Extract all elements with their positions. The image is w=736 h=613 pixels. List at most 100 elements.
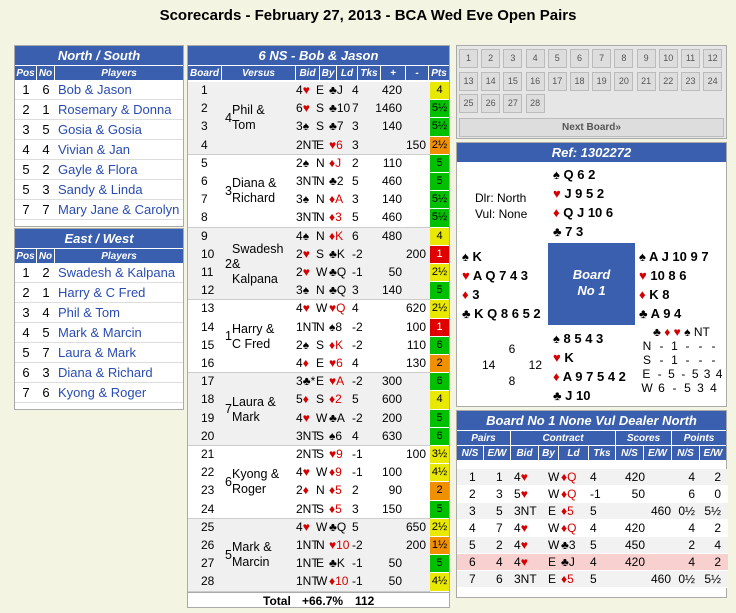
scorecard: 6 NS - Bob & Jason Board Versus Bid By L…	[187, 45, 450, 608]
board-button-6[interactable]: 6	[570, 49, 589, 68]
board-row[interactable]: 22 4♥ W ♦9 -1 100 4½	[188, 464, 449, 483]
board-button-11[interactable]: 11	[681, 49, 700, 68]
board-row[interactable]: 23 2♦ N ♦5 2 90 2	[188, 482, 449, 501]
board-row[interactable]: 21 2NT S ♥9 -1 100 3½	[188, 446, 449, 465]
board-row[interactable]: 28 1NT W ♦10 -1 50 4½	[188, 573, 449, 592]
board-button-18[interactable]: 18	[570, 71, 589, 91]
board-button-17[interactable]: 17	[547, 71, 567, 91]
pair-link[interactable]: Vivian & Jan	[55, 140, 183, 159]
board-button-5[interactable]: 5	[547, 49, 567, 68]
result-row[interactable]: 5 2 4♥ W ♣3 5 450 2 4	[457, 537, 728, 554]
pair-link[interactable]: Mark & Marcin	[55, 323, 183, 342]
standing-row[interactable]: 5 7 Laura & Mark	[15, 343, 183, 363]
standing-row[interactable]: 1 6 Bob & Jason	[15, 80, 183, 100]
result-row[interactable]: 2 3 5♥ W ♦Q -1 50 6 0	[457, 486, 728, 503]
board-button-14[interactable]: 14	[481, 71, 501, 91]
result-row[interactable]: 6 4 4♥ E ♣J 4 420 4 2	[457, 554, 728, 571]
board-button-12[interactable]: 12	[703, 49, 723, 68]
board-button-27[interactable]: 27	[503, 94, 523, 113]
board-row[interactable]: 2 6♥ S ♣10 7 1460 5½	[188, 100, 449, 119]
board-row[interactable]: 16 4♦ E ♥6 4 130 2	[188, 355, 449, 374]
pair-link[interactable]: Phil & Tom	[55, 303, 183, 322]
pair-link[interactable]: Rosemary & Donna	[55, 100, 183, 119]
standing-row[interactable]: 5 3 Sandy & Linda	[15, 180, 183, 200]
board-row[interactable]: 25 4♥ W ♣Q 5 650 2½	[188, 518, 449, 537]
standing-row[interactable]: 7 7 Mary Jane & Carolyn	[15, 200, 183, 220]
pair-link[interactable]: Bob & Jason	[55, 80, 183, 99]
standing-row[interactable]: 2 1 Harry & C Fred	[15, 283, 183, 303]
ns-standings: North / South Pos No Players 1 6 Bob & Jas…	[14, 45, 184, 227]
board-button-25[interactable]: 25	[459, 94, 478, 113]
standing-row[interactable]: 7 6 Kyong & Roger	[15, 383, 183, 403]
pair-link[interactable]: Kyong & Roger	[55, 383, 183, 402]
pair-link[interactable]: Mary Jane & Carolyn	[55, 200, 183, 219]
board-row[interactable]: 1 4♥ E ♣J 4 420 4	[188, 82, 449, 101]
board-row[interactable]: 18 5♦ S ♦2 5 600 4	[188, 391, 449, 410]
result-row[interactable]: 3 5 3NT E ♦5 5 460 0½ 5½	[457, 503, 728, 520]
next-board-button[interactable]: Next Board»	[459, 118, 724, 137]
board-row[interactable]: 11 2♥ W ♣Q -1 50 2½	[188, 264, 449, 283]
board-button-10[interactable]: 10	[658, 49, 678, 68]
board-row[interactable]: 15 2♠ S ♦K -2 110 6	[188, 336, 449, 355]
board-button-7[interactable]: 7	[592, 49, 612, 68]
pair-link[interactable]: Sandy & Linda	[55, 180, 183, 199]
board-row[interactable]: 27 1NT E ♣K -1 50 5	[188, 555, 449, 574]
board-row[interactable]: 10 2♥ S ♣K -2 200 1	[188, 245, 449, 264]
standing-row[interactable]: 5 2 Gayle & Flora	[15, 160, 183, 180]
standing-row[interactable]: 6 3 Diana & Richard	[15, 363, 183, 383]
board-button-8[interactable]: 8	[614, 49, 634, 68]
pair-link[interactable]: Harry & C Fred	[55, 283, 183, 302]
board-button-26[interactable]: 26	[481, 94, 501, 113]
board-row[interactable]: 8 3NT N ♦3 5 460 5½	[188, 209, 449, 228]
standing-row[interactable]: 4 5 Mark & Marcin	[15, 323, 183, 343]
board-row[interactable]: 19 4♥ W ♣A -2 200 5	[188, 409, 449, 428]
pair-link[interactable]: Swadesh & Kalpana	[55, 263, 183, 282]
board-row[interactable]: 17 3♣* E ♥A -2 300 6	[188, 373, 449, 392]
board-button-24[interactable]: 24	[703, 71, 723, 91]
result-row[interactable]: 1 1 4♥ W ♦Q 4 420 4 2	[457, 469, 728, 486]
suit-icon: ♦	[302, 483, 309, 498]
board-row[interactable]: 14 1NT N ♠8 -2 100 1	[188, 318, 449, 337]
board-row[interactable]: 26 1NT N ♥10 -2 200 1½	[188, 537, 449, 556]
board-button-4[interactable]: 4	[525, 49, 545, 68]
board-button-3[interactable]: 3	[503, 49, 523, 68]
board-row[interactable]: 9 4♠ N ♦K 6 480 4	[188, 227, 449, 246]
board-row[interactable]: 12 3♠ N ♣Q 3 140 5	[188, 282, 449, 301]
result-row[interactable]: 4 7 4♥ W ♦Q 4 420 4 2	[457, 520, 728, 537]
pair-link[interactable]: Laura & Mark	[55, 343, 183, 362]
board-button-16[interactable]: 16	[525, 71, 545, 91]
board-row[interactable]: 6 3NT N ♣2 5 460 5	[188, 173, 449, 192]
board-row[interactable]: 3 3♠ S ♣7 3 140 5½	[188, 118, 449, 137]
board-button-15[interactable]: 15	[503, 71, 523, 91]
spade-icon: ♠	[553, 167, 560, 182]
pair-link[interactable]: Diana & Richard	[55, 363, 183, 382]
trick-row: S-1---	[642, 353, 716, 367]
pair-link[interactable]: Gayle & Flora	[55, 160, 183, 179]
board-button-20[interactable]: 20	[614, 71, 634, 91]
pair-link[interactable]: Gosia & Gosia	[55, 120, 183, 139]
ew-standings: East / West Pos No Players 1 2 Swadesh & K…	[14, 228, 184, 410]
board-row[interactable]: 5 2♠ N ♦J 2 110 5	[188, 154, 449, 173]
board-row[interactable]: 20 3NT S ♠6 4 630 6	[188, 427, 449, 446]
standing-row[interactable]: 4 4 Vivian & Jan	[15, 140, 183, 160]
board-button-28[interactable]: 28	[525, 94, 545, 113]
board-row[interactable]: 4 2NT E ♥6 3 150 2½	[188, 136, 449, 155]
standing-row[interactable]: 2 1 Rosemary & Donna	[15, 100, 183, 120]
board-button-22[interactable]: 22	[658, 71, 678, 91]
board-row[interactable]: 13 4♥ W ♥Q 4 620 2½	[188, 300, 449, 319]
board-row[interactable]: 24 2NT S ♦5 3 150 5	[188, 500, 449, 519]
board-button-2[interactable]: 2	[481, 49, 501, 68]
standing-row[interactable]: 3 4 Phil & Tom	[15, 303, 183, 323]
board-button-9[interactable]: 9	[636, 49, 656, 68]
board-button-23[interactable]: 23	[681, 71, 700, 91]
suit-icon: ♥	[302, 410, 310, 425]
standing-row[interactable]: 3 5 Gosia & Gosia	[15, 120, 183, 140]
board-button-1[interactable]: 1	[459, 49, 478, 68]
suit-icon: ♥	[302, 301, 310, 316]
board-button-21[interactable]: 21	[636, 71, 656, 91]
board-button-19[interactable]: 19	[592, 71, 612, 91]
result-row[interactable]: 7 6 3NT E ♦5 5 460 0½ 5½	[457, 571, 728, 588]
standing-row[interactable]: 1 2 Swadesh & Kalpana	[15, 263, 183, 283]
board-button-13[interactable]: 13	[459, 71, 478, 91]
board-row[interactable]: 7 3♠ N ♦A 3 140 5½	[188, 191, 449, 210]
